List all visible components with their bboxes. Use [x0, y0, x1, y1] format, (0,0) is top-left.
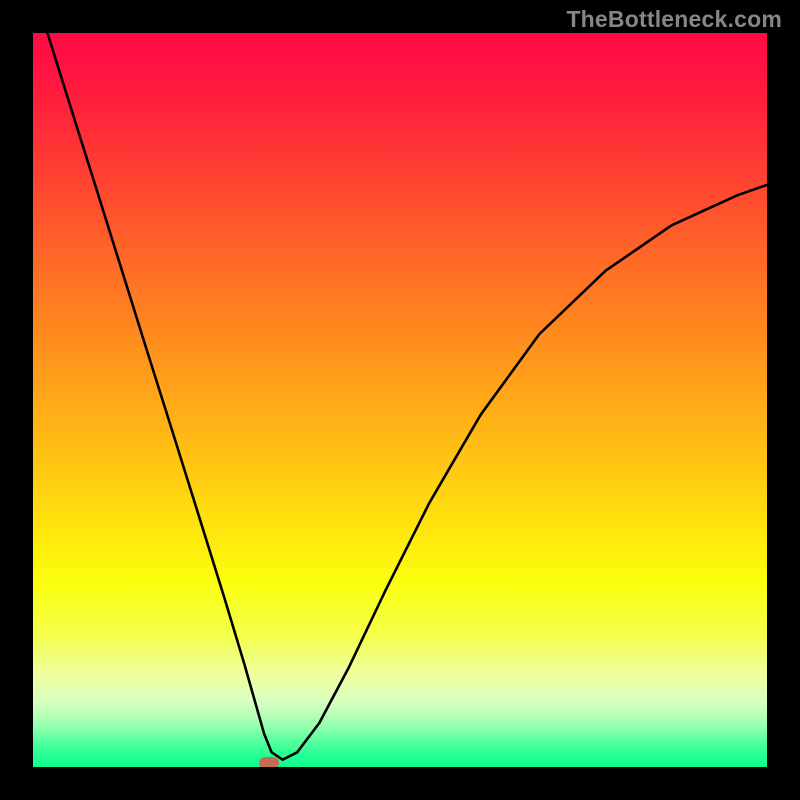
optimum-marker [259, 757, 279, 767]
watermark-text: TheBottleneck.com [566, 6, 782, 33]
chart-stage: TheBottleneck.com [0, 0, 800, 800]
plot-area [33, 33, 767, 767]
bottleneck-curve [33, 33, 767, 767]
